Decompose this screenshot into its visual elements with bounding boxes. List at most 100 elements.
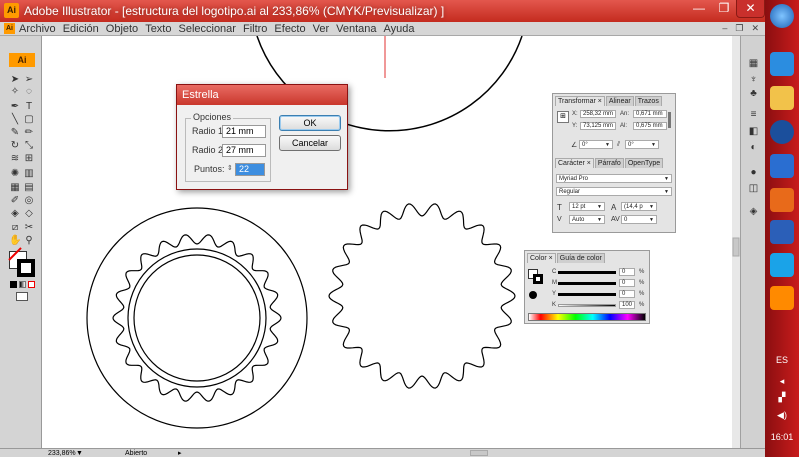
navigator-panel-icon[interactable]: ▦	[747, 58, 760, 70]
brushes-panel-icon[interactable]: ♆	[747, 74, 760, 86]
line-tool-icon[interactable]: ╲	[9, 114, 21, 125]
leading-select[interactable]: (14,4 p	[621, 202, 657, 211]
symbol-sprayer-tool-icon[interactable]: ✺	[9, 168, 21, 179]
radius2-input[interactable]: 27 mm	[222, 144, 266, 157]
zoom-level[interactable]: 233,86%	[48, 449, 76, 457]
media-player-icon[interactable]	[770, 120, 794, 144]
kerning-select[interactable]: Auto	[569, 215, 605, 224]
paintbrush-tool-icon[interactable]: ✎	[9, 127, 21, 138]
minimize-button[interactable]: —	[686, 0, 712, 18]
height-input[interactable]: 0,675 mm	[633, 122, 667, 130]
graph-tool-icon[interactable]: ▥	[23, 168, 35, 179]
media-app-icon[interactable]	[770, 188, 794, 212]
none-mode-icon[interactable]	[28, 281, 35, 288]
points-stepper-icon[interactable]: ⇕	[227, 164, 233, 172]
y-input[interactable]: 73,125 mm	[580, 122, 616, 130]
tray-arrow-icon[interactable]: ◂	[765, 376, 799, 387]
download-icon[interactable]	[770, 154, 794, 178]
black-input[interactable]: 100	[619, 301, 635, 309]
rotate-tool-icon[interactable]: ↻	[9, 140, 21, 151]
graphic-styles-panel-icon[interactable]: ◫	[747, 183, 760, 195]
status-arrow-icon[interactable]: ▸	[178, 449, 182, 457]
stroke-swatch[interactable]	[17, 259, 35, 277]
layers-panel-icon[interactable]: ◈	[747, 206, 760, 218]
gradient-panel-icon[interactable]: ◧	[747, 126, 760, 138]
menu-objeto[interactable]: Objeto	[106, 22, 138, 36]
constrain-link-icon[interactable]	[668, 112, 671, 128]
scissors-tool-icon[interactable]: ✂	[23, 222, 35, 233]
cyan-input[interactable]: 0	[619, 268, 635, 276]
font-family-select[interactable]: Myriad Pro	[556, 174, 672, 183]
radius1-input[interactable]: 21 mm	[222, 125, 266, 138]
yellow-slider[interactable]	[558, 293, 616, 296]
selection-tool-icon[interactable]: ➤	[9, 74, 21, 85]
tab-color[interactable]: Color ×	[527, 253, 556, 263]
zoom-dropdown-icon[interactable]: ▼	[76, 449, 83, 457]
width-input[interactable]: 0,671 mm	[633, 110, 667, 118]
lasso-tool-icon[interactable]: ◌	[23, 86, 35, 97]
appearance-panel-icon[interactable]: ●	[747, 167, 760, 179]
stroke-color-swatch[interactable]	[533, 274, 543, 284]
close-button[interactable]: ✕	[736, 0, 765, 18]
illustrator-taskbar-icon[interactable]	[770, 286, 794, 310]
magic-wand-tool-icon[interactable]: ✧	[9, 86, 21, 97]
gradient-mode-icon[interactable]	[19, 281, 26, 288]
rotate-angle-select[interactable]: 0°	[579, 140, 613, 149]
symbols-panel-icon[interactable]: ♣	[747, 88, 760, 100]
type-tool-icon[interactable]: T	[23, 101, 35, 112]
screen-mode-icon[interactable]	[16, 292, 28, 301]
network-icon[interactable]: ▞	[765, 392, 799, 403]
menu-ayuda[interactable]: Ayuda	[384, 22, 415, 36]
shear-angle-select[interactable]: 0°	[625, 140, 659, 149]
tab-transformar[interactable]: Transformar ×	[555, 96, 605, 106]
tab-caracter[interactable]: Carácter ×	[555, 158, 594, 168]
zoom-tool-icon[interactable]: ⚲	[23, 235, 35, 246]
points-input[interactable]: 22	[235, 163, 265, 176]
doc-close-icon[interactable]: ✕	[751, 23, 759, 34]
font-size-select[interactable]: 12 pt	[569, 202, 605, 211]
cyan-slider[interactable]	[558, 271, 616, 274]
tab-parrafo[interactable]: Párrafo	[594, 158, 624, 168]
volume-icon[interactable]: ◀)	[765, 410, 799, 421]
eyedropper-tool-icon[interactable]: ✐	[9, 195, 21, 206]
hand-tool-icon[interactable]: ✋	[9, 235, 21, 246]
black-slider[interactable]	[558, 304, 616, 307]
doc-restore-icon[interactable]: ❐	[735, 23, 743, 34]
mesh-tool-icon[interactable]: ▦	[9, 182, 21, 193]
live-paint-tool-icon[interactable]: ◈	[9, 208, 21, 219]
menu-efecto[interactable]: Efecto	[274, 22, 305, 36]
tab-trazos[interactable]: Trazos	[634, 96, 662, 106]
gradient-tool-icon[interactable]: ▤	[23, 182, 35, 193]
star-dialog-title[interactable]: Estrella	[177, 85, 347, 105]
tab-alinear[interactable]: Alinear	[605, 96, 634, 106]
direct-selection-tool-icon[interactable]: ➢	[23, 74, 35, 85]
ok-button[interactable]: OK	[279, 115, 341, 131]
start-button-icon[interactable]	[770, 4, 794, 28]
illustrator-app-icon[interactable]: Ai	[4, 3, 19, 18]
doc-minimize-icon[interactable]: –	[722, 23, 727, 34]
black-swatch-icon[interactable]	[529, 291, 537, 299]
magenta-slider[interactable]	[558, 282, 616, 285]
tracking-select[interactable]: 0	[621, 215, 657, 224]
menu-archivo[interactable]: Archivo	[19, 22, 56, 36]
tab-guia-de-color[interactable]: Guía de color	[556, 253, 605, 263]
stroke-panel-icon[interactable]: ≡	[747, 109, 760, 121]
free-transform-tool-icon[interactable]: ⊞	[23, 153, 35, 164]
menu-ventana[interactable]: Ventana	[336, 22, 376, 36]
x-input[interactable]: 258,32 mm	[580, 110, 616, 118]
horizontal-scrollbar-thumb[interactable]	[470, 450, 488, 456]
yellow-input[interactable]: 0	[619, 290, 635, 298]
pen-tool-icon[interactable]: ✒	[9, 101, 21, 112]
word-icon[interactable]	[770, 220, 794, 244]
transparency-panel-icon[interactable]: ◐	[747, 142, 760, 154]
menu-texto[interactable]: Texto	[145, 22, 171, 36]
menu-edicion[interactable]: Edición	[63, 22, 99, 36]
color-mode-icon[interactable]	[10, 281, 17, 288]
menu-ver[interactable]: Ver	[313, 22, 330, 36]
maximize-button[interactable]: ❐	[712, 0, 736, 18]
skype-icon[interactable]	[770, 253, 794, 277]
font-style-select[interactable]: Regular	[556, 187, 672, 196]
magenta-input[interactable]: 0	[619, 279, 635, 287]
menu-seleccionar[interactable]: Seleccionar	[178, 22, 235, 36]
internet-explorer-icon[interactable]	[770, 52, 794, 76]
